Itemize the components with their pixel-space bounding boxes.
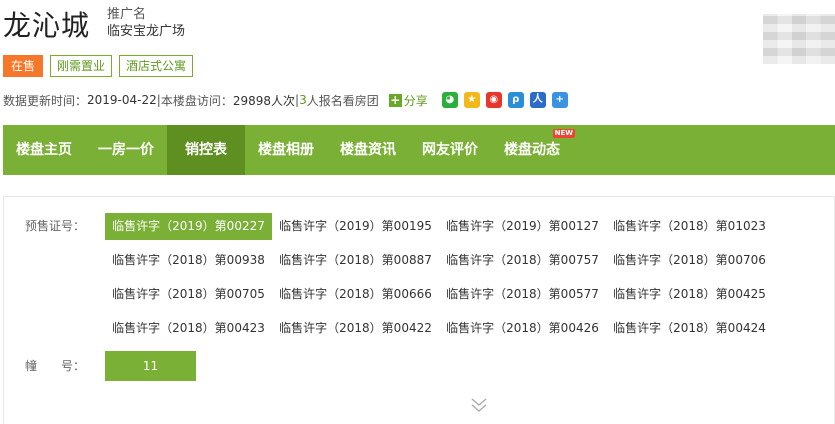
new-badge: NEW — [552, 129, 575, 138]
on-sale-badge: 在售 — [3, 55, 44, 77]
more-share-icon[interactable]: + — [551, 92, 568, 108]
social-share-icons: ◕ ★ ◉ ρ 人 + — [441, 92, 568, 108]
visits-label: 本楼盘访问： — [160, 93, 233, 108]
permit-option[interactable]: 临售许字（2018）第00424 — [606, 315, 773, 342]
chevron-double-down-icon[interactable] — [470, 397, 488, 413]
blurred-image — [763, 14, 835, 64]
permit-option[interactable]: 临售许字（2018）第00757 — [439, 247, 606, 274]
permit-option[interactable]: 临售许字（2018）第00706 — [606, 247, 773, 274]
main-nav: 楼盘主页 一房一价 销控表 楼盘相册 楼盘资讯 网友评价 楼盘动态 NEW — [3, 125, 835, 175]
promo-label: 推广名 — [107, 7, 147, 22]
nav-item-album[interactable]: 楼盘相册 — [245, 125, 327, 175]
tencent-weibo-icon[interactable]: ρ — [507, 92, 524, 108]
nav-item-sales-control[interactable]: 销控表 — [167, 125, 245, 175]
signup-count[interactable]: 3 — [299, 93, 307, 107]
nav-item-reviews[interactable]: 网友评价 — [409, 125, 491, 175]
permit-option[interactable]: 临售许字（2018）第00426 — [439, 315, 606, 342]
signup-text[interactable]: 人报名看房团 — [307, 92, 379, 109]
wechat-icon[interactable]: ◕ — [441, 92, 458, 108]
permit-label: 预售证号： — [25, 219, 86, 233]
building-label: 幢 号： — [25, 359, 86, 373]
permit-option[interactable]: 临售许字（2018）第00705 — [105, 281, 272, 308]
nav-item-news[interactable]: 楼盘资讯 — [327, 125, 409, 175]
update-label: 数据更新时间： — [3, 93, 88, 108]
promo-name: 临安宝龙广场 — [107, 24, 186, 39]
permit-option[interactable]: 临售许字（2018）第00887 — [272, 247, 439, 274]
project-header: 龙沁城 推广名 临安宝龙广场 在售 刚需置业 酒店式公寓 数据更新时间： 201… — [0, 0, 835, 124]
share-label: 分享 — [403, 93, 428, 108]
plus-icon: + — [388, 92, 402, 107]
info-bar: 数据更新时间： 2019-04-22 | 本楼盘访问： 29898人次 | 3 … — [3, 92, 568, 108]
renren-icon[interactable]: 人 — [529, 92, 546, 108]
status-tags: 在售 刚需置业 酒店式公寓 — [3, 55, 194, 77]
tag-first-home[interactable]: 刚需置业 — [50, 55, 113, 77]
nav-item-updates[interactable]: 楼盘动态 NEW — [491, 125, 575, 175]
tag-hotel-apartment[interactable]: 酒店式公寓 — [119, 55, 194, 77]
promo-block: 推广名 临安宝龙广场 — [107, 6, 185, 40]
update-date: 2019-04-22 — [87, 93, 157, 107]
project-title: 龙沁城 — [3, 9, 91, 42]
visits-count: 29898人次 — [232, 93, 296, 108]
permit-option[interactable]: 临售许字（2018）第00425 — [606, 281, 773, 308]
permit-option[interactable]: 临售许字（2018）第00938 — [105, 247, 272, 274]
permit-option[interactable]: 临售许字（2018）第00422 — [272, 315, 439, 342]
permit-option[interactable]: 临售许字（2018）第00423 — [105, 315, 272, 342]
share-button[interactable]: + 分享 — [388, 92, 428, 109]
permit-option[interactable]: 临售许字（2018）第00577 — [439, 281, 606, 308]
permit-option[interactable]: 临售许字（2019）第00127 — [439, 213, 606, 240]
weibo-icon[interactable]: ◉ — [485, 92, 502, 108]
qzone-icon[interactable]: ★ — [463, 92, 480, 108]
permit-option[interactable]: 临售许字（2018）第01023 — [606, 213, 773, 240]
building-option[interactable]: 11 — [105, 351, 196, 381]
permit-option[interactable]: 临售许字（2019）第00227 — [105, 213, 272, 240]
sales-control-panel: 预售证号： 临售许字（2019）第00227 临售许字（2019）第00195 … — [3, 196, 835, 424]
permit-option[interactable]: 临售许字（2019）第00195 — [272, 213, 439, 240]
nav-item-home[interactable]: 楼盘主页 — [3, 125, 85, 175]
permit-option[interactable]: 临售许字（2018）第00666 — [272, 281, 439, 308]
nav-item-updates-label: 楼盘动态 — [504, 142, 560, 158]
nav-item-price-list[interactable]: 一房一价 — [85, 125, 167, 175]
